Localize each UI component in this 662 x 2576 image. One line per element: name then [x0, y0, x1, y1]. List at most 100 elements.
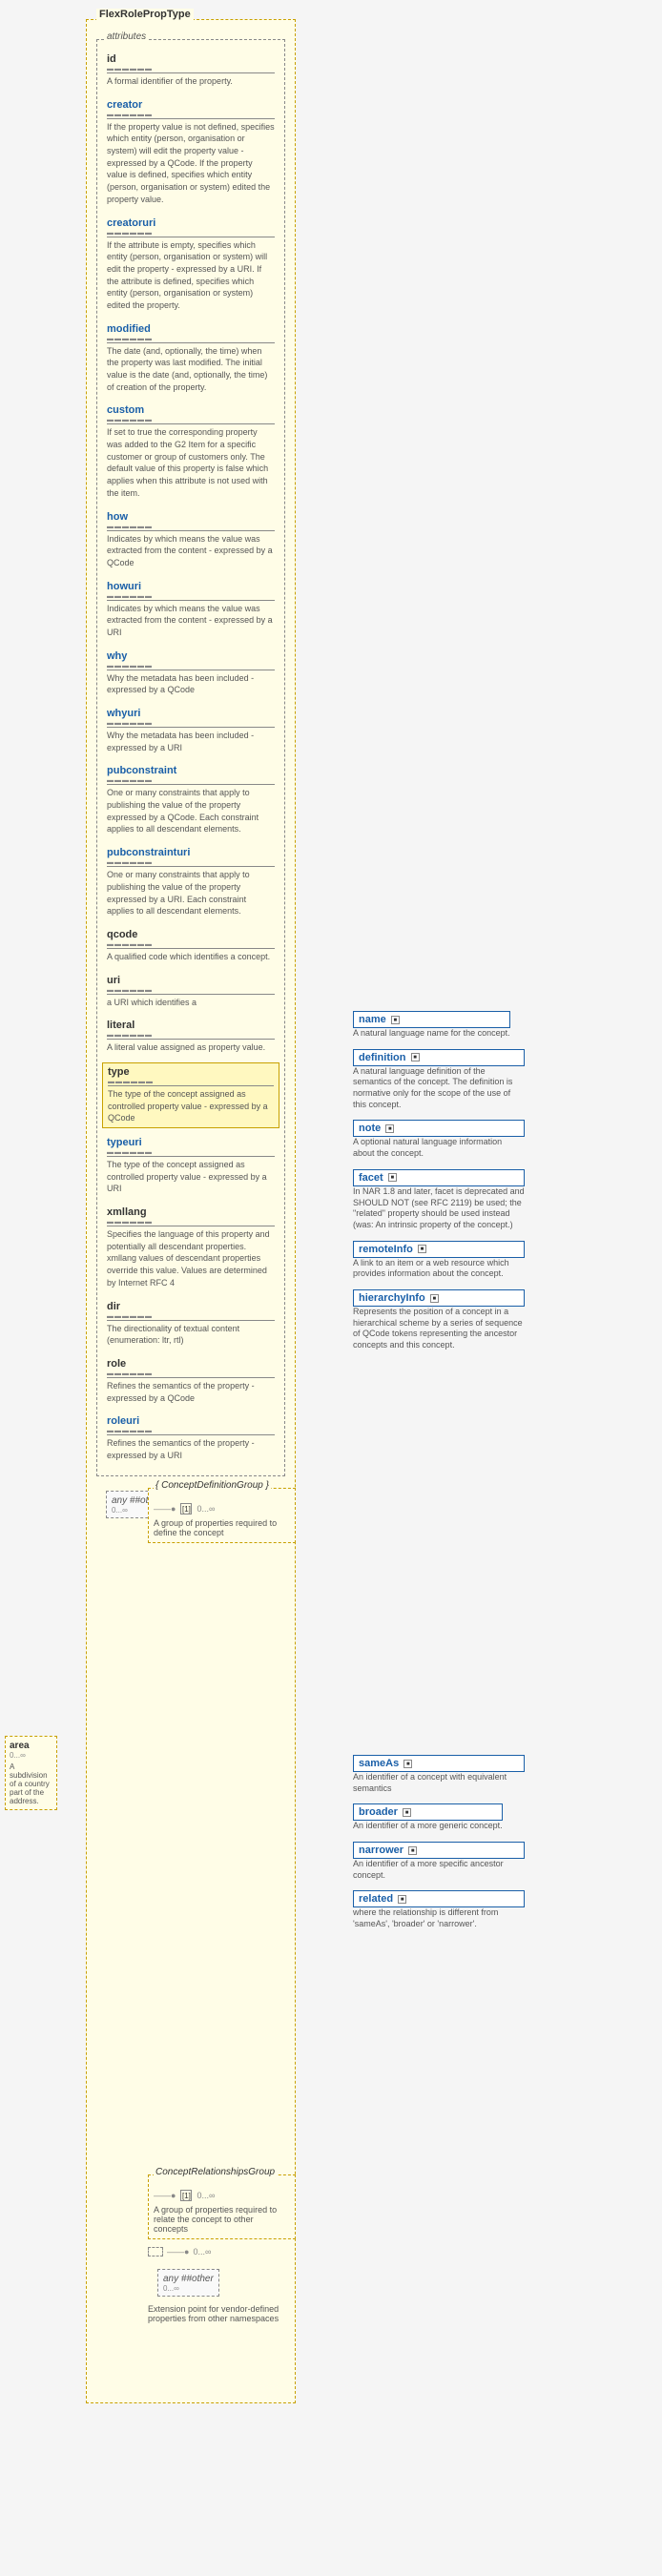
attr-whyuri-underline: ▬▬▬▬▬▬ — [107, 720, 275, 728]
concept-rel-bracket-icon: [1] — [180, 2190, 192, 2201]
right-box-sameas: sameAs ■ — [353, 1755, 525, 1772]
right-box-note: note ■ — [353, 1120, 525, 1137]
attr-role-desc: Refines the semantics of the property - … — [107, 1381, 255, 1403]
definition-icon: ■ — [411, 1053, 420, 1061]
concept-rel-connector: ——● 0...∞ — [148, 2247, 296, 2257]
attr-xmllang-underline: ▬▬▬▬▬▬ — [107, 1219, 275, 1226]
attr-roleuri-name: roleuri — [107, 1415, 275, 1427]
right-item-name: name ■ A natural language name for the c… — [353, 1011, 649, 1040]
remoteinfo-icon: ■ — [418, 1245, 426, 1253]
attr-uri: uri ▬▬▬▬▬▬ a URI which identifies a — [102, 972, 279, 1012]
right-item-remoteinfo-desc: A link to an item or a web resource whic… — [353, 1258, 525, 1280]
attr-custom-name: custom — [107, 404, 275, 416]
right-item-hierarchyinfo: hierarchyInfo ■ Represents the position … — [353, 1289, 649, 1351]
attr-custom: custom ▬▬▬▬▬▬ If set to true the corresp… — [102, 402, 279, 502]
concept-def-multiplicity2: 0...∞ — [197, 1504, 215, 1514]
attr-creator-underline: ▬▬▬▬▬▬ — [107, 112, 275, 119]
right-item-sameas-desc: An identifier of a concept with equivale… — [353, 1772, 525, 1794]
attr-how-desc: Indicates by which means the value was e… — [107, 534, 273, 567]
any-other-bottom-container: any ##other 0...∞ Extension point for ve… — [148, 2264, 296, 2323]
attr-howuri-name: howuri — [107, 581, 275, 592]
attr-custom-desc: If set to true the corresponding propert… — [107, 427, 268, 497]
right-item-note: note ■ A optional natural language infor… — [353, 1120, 649, 1159]
facet-icon: ■ — [388, 1173, 397, 1182]
attr-howuri-desc: Indicates by which means the value was e… — [107, 604, 273, 637]
concept-def-multiplicity1: ——● — [154, 1504, 176, 1514]
area-box: area 0...∞ A subdivision of a country pa… — [5, 1736, 57, 1810]
right-item-related-desc: where the relationship is different from… — [353, 1907, 525, 1929]
attr-typeuri-desc: The type of the concept assigned as cont… — [107, 1160, 267, 1193]
attr-id: id ▬▬▬▬▬▬ A formal identifier of the pro… — [102, 51, 279, 91]
concept-def-bracket-icon: [1] — [180, 1503, 192, 1515]
name-icon: ■ — [391, 1016, 400, 1024]
any-other-bottom-desc: Extension point for vendor-defined prope… — [148, 2304, 296, 2323]
right-item-definition-desc: A natural language definition of the sem… — [353, 1066, 525, 1111]
any-other-bottom-sub: 0...∞ — [163, 2284, 214, 2293]
attr-creatoruri-name: creatoruri — [107, 217, 275, 229]
concept-rel-conn-mult: 0...∞ — [193, 2247, 211, 2257]
hierarchyinfo-icon: ■ — [430, 1294, 439, 1303]
concept-rel-title: ConceptRelationshipsGroup — [154, 2167, 277, 2177]
attr-howuri-underline: ▬▬▬▬▬▬ — [107, 593, 275, 601]
any-other-bottom-box: any ##other 0...∞ — [157, 2269, 219, 2297]
attr-pubconstraint-name: pubconstraint — [107, 765, 275, 776]
attr-xmllang-name: xmllang — [107, 1206, 275, 1218]
attr-type-desc: The type of the concept assigned as cont… — [108, 1089, 268, 1123]
attr-role-underline: ▬▬▬▬▬▬ — [107, 1370, 275, 1378]
attr-qcode-name: qcode — [107, 929, 275, 940]
concept-def-title: { ConceptDefinitionGroup } — [154, 1480, 271, 1491]
attr-roleuri: roleuri ▬▬▬▬▬▬ Refines the semantics of … — [102, 1412, 279, 1464]
attr-modified-name: modified — [107, 323, 275, 335]
right-item-definition-label: definition — [359, 1052, 406, 1063]
attr-literal-desc: A literal value assigned as property val… — [107, 1042, 265, 1052]
right-panel-top: name ■ A natural language name for the c… — [353, 1011, 649, 1361]
attr-qcode: qcode ▬▬▬▬▬▬ A qualified code which iden… — [102, 926, 279, 966]
attr-typeuri: typeuri ▬▬▬▬▬▬ The type of the concept a… — [102, 1134, 279, 1198]
attr-roleuri-underline: ▬▬▬▬▬▬ — [107, 1428, 275, 1435]
concept-def-box: { ConceptDefinitionGroup } ——● [1] 0...∞… — [148, 1488, 296, 1543]
concept-rel-box: ConceptRelationshipsGroup ——● [1] 0...∞ … — [148, 2174, 296, 2239]
attr-xmllang-desc: Specifies the language of this property … — [107, 1229, 270, 1288]
concept-rel-group: ConceptRelationshipsGroup ——● [1] 0...∞ … — [148, 2174, 296, 2331]
attr-why: why ▬▬▬▬▬▬ Why the metadata has been inc… — [102, 648, 279, 699]
attr-creator: creator ▬▬▬▬▬▬ If the property value is … — [102, 96, 279, 209]
right-box-hierarchyinfo: hierarchyInfo ■ — [353, 1289, 525, 1307]
right-item-facet-desc: In NAR 1.8 and later, facet is deprecate… — [353, 1186, 525, 1231]
concept-def-desc: A group of properties required to define… — [154, 1518, 290, 1537]
narrower-icon: ■ — [408, 1846, 417, 1855]
right-item-hierarchyinfo-desc: Represents the position of a concept in … — [353, 1307, 525, 1351]
right-item-narrower-label: narrower — [359, 1844, 403, 1856]
right-item-note-desc: A optional natural language information … — [353, 1137, 525, 1159]
right-item-hierarchyinfo-label: hierarchyInfo — [359, 1292, 425, 1304]
right-box-remoteinfo: remoteInfo ■ — [353, 1241, 525, 1258]
attr-type: type ▬▬▬▬▬▬ The type of the concept assi… — [102, 1062, 279, 1128]
right-item-name-desc: A natural language name for the concept. — [353, 1028, 510, 1040]
attr-creatoruri: creatoruri ▬▬▬▬▬▬ If the attribute is em… — [102, 215, 279, 315]
attr-dir-name: dir — [107, 1301, 275, 1312]
attr-qcode-underline: ▬▬▬▬▬▬ — [107, 941, 275, 949]
attr-xmllang: xmllang ▬▬▬▬▬▬ Specifies the language of… — [102, 1204, 279, 1291]
attr-why-underline: ▬▬▬▬▬▬ — [107, 663, 275, 670]
area-box-title: area — [10, 1741, 52, 1751]
flex-role-prop-type-title: FlexRolePropType — [96, 9, 194, 20]
attr-pubconstrainturi-desc: One or many constraints that apply to pu… — [107, 870, 250, 916]
attr-uri-desc: a URI which identifies a — [107, 998, 197, 1007]
attributes-box-title: attributes — [105, 31, 148, 42]
attr-type-underline: ▬▬▬▬▬▬ — [108, 1079, 274, 1086]
right-box-facet: facet ■ — [353, 1169, 525, 1186]
attr-modified-desc: The date (and, optionally, the time) whe… — [107, 346, 267, 392]
concept-rel-multiplicity1: ——● — [154, 2191, 176, 2200]
concept-rel-multiplicity2: 0...∞ — [197, 2191, 215, 2200]
any-other-bottom-label: any ##other — [163, 2274, 214, 2284]
right-item-facet-label: facet — [359, 1172, 383, 1184]
right-item-narrower-desc: An identifier of a more specific ancesto… — [353, 1859, 525, 1881]
area-box-sub: 0...∞ — [10, 1751, 52, 1760]
attr-why-desc: Why the metadata has been included - exp… — [107, 673, 254, 695]
right-item-remoteinfo: remoteInfo ■ A link to an item or a web … — [353, 1241, 649, 1280]
concept-rel-conn-label: ——● — [167, 2247, 189, 2257]
attr-id-underline: ▬▬▬▬▬▬ — [107, 66, 275, 73]
concept-rel-desc: A group of properties required to relate… — [154, 2205, 290, 2234]
attr-how-underline: ▬▬▬▬▬▬ — [107, 524, 275, 531]
right-item-facet: facet ■ In NAR 1.8 and later, facet is d… — [353, 1169, 649, 1231]
attr-pubconstraint-desc: One or many constraints that apply to pu… — [107, 788, 259, 834]
